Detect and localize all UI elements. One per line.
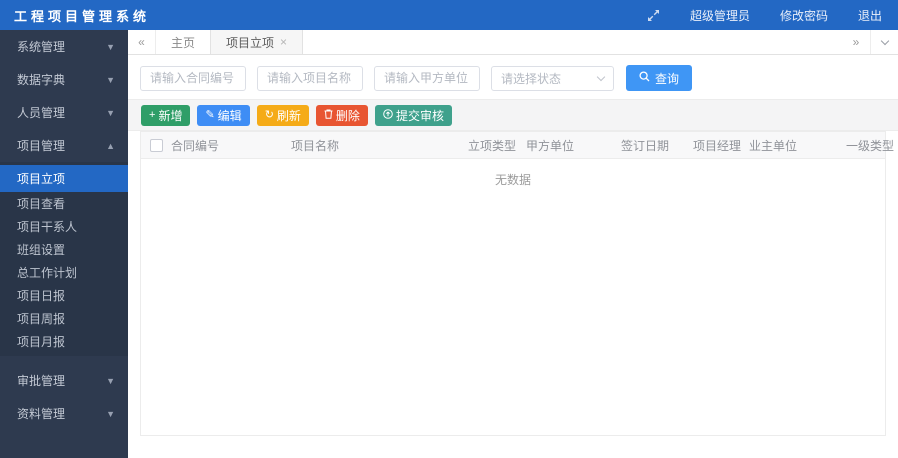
sidebar-item-label: 项目月报	[17, 335, 66, 349]
tab-home[interactable]: 主页	[156, 30, 210, 54]
tab-bar: « 主页 项目立项 × »	[128, 30, 898, 55]
sidebar-item-team-settings[interactable]: 班组设置	[0, 238, 128, 261]
edit-button-label: 编辑	[217, 108, 242, 123]
sidebar-item-label: 项目周报	[17, 312, 66, 326]
search-button[interactable]: 查询	[626, 65, 693, 91]
sidebar-item-project-stakeholders[interactable]: 项目干系人	[0, 215, 128, 238]
sidebar-item-project-management[interactable]: 项目管理 ▲	[0, 129, 128, 162]
sidebar-item-label: 审批管理	[17, 374, 66, 388]
app-title: 工程项目管理系统	[14, 8, 151, 24]
action-toolbar: + 新增 ✎ 编辑 ↻ 刷新 删除 提交审核	[128, 99, 898, 131]
submit-arrow-circle-icon	[383, 108, 393, 122]
filter-bar: 请选择状态 查询	[128, 55, 898, 99]
sidebar-item-label: 班组设置	[17, 243, 66, 257]
add-button[interactable]: + 新增	[141, 104, 191, 126]
sidebar-item-project-weekly-report[interactable]: 项目周报	[0, 307, 128, 330]
refresh-icon: ↻	[264, 108, 274, 121]
sidebar-item-system-management[interactable]: 系统管理 ▼	[0, 30, 128, 63]
column-header-contract-number: 合同编号	[171, 138, 220, 153]
submit-review-button[interactable]: 提交审核	[374, 104, 452, 126]
column-header-signing-date: 签订日期	[621, 138, 670, 153]
top-bar: 工程项目管理系统 超级管理员 修改密码 退出	[0, 0, 898, 30]
sidebar-item-label: 资料管理	[17, 407, 66, 421]
sidebar-item-personnel-management[interactable]: 人员管理 ▼	[0, 96, 128, 129]
sidebar-item-label: 数据字典	[17, 73, 66, 87]
plus-icon: +	[149, 108, 156, 121]
sidebar-item-label: 项目管理	[17, 139, 66, 153]
sidebar-item-project-initiation[interactable]: 项目立项	[0, 165, 128, 192]
fullscreen-icon[interactable]	[647, 9, 660, 22]
search-icon	[639, 71, 650, 85]
sidebar-item-overall-work-plan[interactable]: 总工作计划	[0, 261, 128, 284]
party-a-unit-input[interactable]	[374, 65, 480, 91]
select-all-checkbox[interactable]	[150, 138, 163, 152]
contract-number-input[interactable]	[140, 65, 246, 91]
chevron-down-icon: ▼	[106, 41, 115, 52]
chevron-down-icon: ▼	[106, 107, 115, 118]
sidebar-item-label: 项目查看	[17, 197, 66, 211]
app-window: 工程项目管理系统 超级管理员 修改密码 退出 系统管理 ▼ 数据字典 ▼ 人员管…	[0, 0, 898, 458]
search-button-label: 查询	[655, 71, 680, 86]
tab-label: 主页	[171, 35, 196, 50]
tab-label: 项目立项	[226, 35, 275, 50]
change-password-link[interactable]: 修改密码	[780, 7, 828, 24]
project-management-submenu: 项目立项 项目查看 项目干系人 班组设置 总工作计划 项目日报 项目周报 项目月…	[0, 162, 128, 356]
sidebar-item-label: 系统管理	[17, 40, 66, 54]
projects-table: 合同编号 项目名称 立项类型 甲方单位 签订日期 项目经理 业主单位 一级类型 …	[140, 131, 894, 436]
project-name-input[interactable]	[257, 65, 363, 91]
submit-review-button-label: 提交审核	[395, 108, 444, 123]
column-header-level1-type: 一级类型	[846, 138, 895, 153]
sidebar-item-label: 项目日报	[17, 289, 66, 303]
pencil-icon: ✎	[205, 108, 215, 121]
main-content: « 主页 项目立项 × » 请选择状态	[128, 30, 898, 458]
chevron-down-icon: ▼	[106, 74, 115, 85]
sidebar-item-document-management[interactable]: 资料管理 ▼	[0, 397, 128, 430]
refresh-button[interactable]: ↻ 刷新	[256, 104, 309, 126]
sidebar: 系统管理 ▼ 数据字典 ▼ 人员管理 ▼ 项目管理 ▲ 项目立项 项目查看 项目…	[0, 30, 128, 458]
table-header-row: 合同编号 项目名称 立项类型 甲方单位 签订日期 项目经理 业主单位 一级类型	[141, 132, 894, 159]
status-select-placeholder: 请选择状态	[501, 71, 562, 86]
chevron-down-icon: ▼	[106, 408, 115, 419]
sidebar-item-project-daily-report[interactable]: 项目日报	[0, 284, 128, 307]
sidebar-item-label: 总工作计划	[17, 266, 78, 280]
tabbar-spacer	[303, 30, 842, 54]
sidebar-item-label: 项目干系人	[17, 220, 78, 234]
chevron-down-icon	[596, 72, 606, 81]
logout-link[interactable]: 退出	[858, 7, 882, 24]
close-icon[interactable]: ×	[280, 35, 287, 49]
chevron-down-icon: ▼	[106, 375, 115, 386]
user-link[interactable]: 超级管理员	[690, 7, 750, 24]
table-header-checkbox-cell	[141, 138, 171, 152]
table-body: 无数据	[141, 159, 885, 435]
topbar-actions: 超级管理员 修改密码 退出	[647, 7, 882, 24]
column-header-project-manager: 项目经理	[693, 138, 742, 153]
column-header-project-name: 项目名称	[291, 138, 340, 153]
column-header-owner-unit: 业主单位	[749, 138, 798, 153]
tab-options-chevron-icon[interactable]	[870, 30, 898, 54]
trash-icon	[324, 109, 333, 122]
scroll-tabs-left-icon[interactable]: «	[128, 30, 156, 54]
sidebar-item-label: 项目立项	[17, 172, 66, 186]
delete-button-label: 删除	[335, 108, 360, 123]
sidebar-item-project-monthly-report[interactable]: 项目月报	[0, 330, 128, 353]
column-header-initiation-type: 立项类型	[468, 138, 517, 153]
edit-button[interactable]: ✎ 编辑	[197, 104, 250, 126]
sidebar-item-approval-management[interactable]: 审批管理 ▼	[0, 364, 128, 397]
sidebar-item-label: 人员管理	[17, 106, 66, 120]
tab-project-initiation[interactable]: 项目立项 ×	[210, 30, 304, 54]
add-button-label: 新增	[158, 108, 183, 123]
delete-button[interactable]: 删除	[315, 104, 368, 126]
column-header-party-a-unit: 甲方单位	[526, 138, 575, 153]
refresh-button-label: 刷新	[276, 108, 301, 123]
sidebar-item-data-dictionary[interactable]: 数据字典 ▼	[0, 63, 128, 96]
empty-state-text: 无数据	[494, 173, 531, 187]
chevron-up-icon: ▲	[106, 140, 115, 151]
status-select[interactable]: 请选择状态	[491, 65, 614, 91]
scroll-tabs-right-icon[interactable]: »	[842, 30, 870, 54]
sidebar-item-project-view[interactable]: 项目查看	[0, 192, 128, 215]
